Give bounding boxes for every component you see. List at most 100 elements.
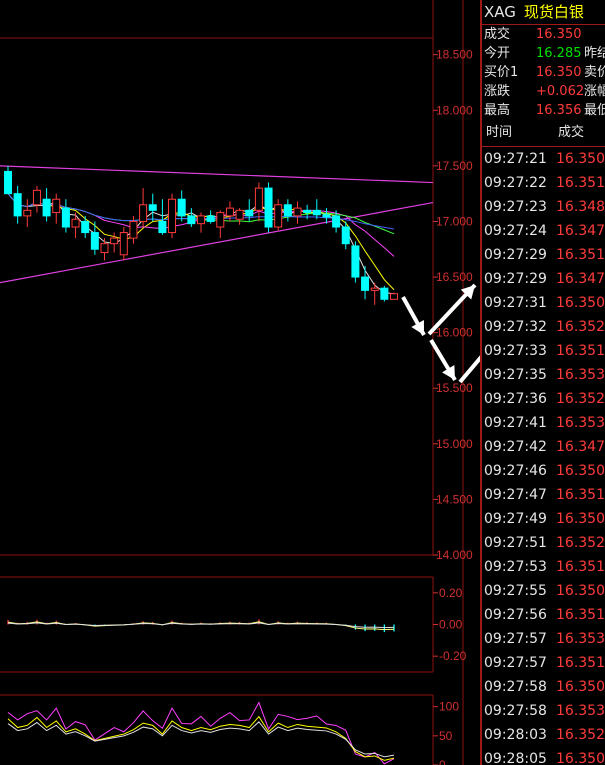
tick-price: 16.351 bbox=[556, 247, 605, 263]
tick-row: 09:27:21 16.350 bbox=[482, 147, 605, 171]
quote-value: 16.350 bbox=[536, 65, 582, 80]
candle-body bbox=[187, 215, 196, 225]
tick-row: 09:27:33 16.351 bbox=[482, 339, 605, 363]
price-tick-label: 15.500 bbox=[436, 381, 473, 395]
osc-tick-label: 0 bbox=[439, 758, 446, 765]
tick-row: 09:28:05 16.350 bbox=[482, 747, 605, 765]
tick-price: 16.350 bbox=[556, 151, 605, 167]
tick-row: 09:27:49 16.350 bbox=[482, 507, 605, 531]
tick-price: 16.352 bbox=[556, 535, 605, 551]
candle-body bbox=[312, 209, 321, 216]
tick-row: 09:27:57 16.353 bbox=[482, 627, 605, 651]
tick-time: 09:28:05 bbox=[484, 751, 547, 765]
tick-time: 09:27:53 bbox=[484, 559, 547, 575]
macd-panel: 0.20 0.00 -0.20 bbox=[0, 576, 467, 673]
macd-tick-label: -0.20 bbox=[439, 649, 467, 663]
tick-list[interactable]: 09:27:21 16.350 09:27:22 16.351 09:27:23 16.3… bbox=[482, 147, 605, 765]
tick-time: 09:27:29 bbox=[484, 247, 547, 263]
candle-body bbox=[341, 226, 350, 245]
tick-price: 16.353 bbox=[556, 367, 605, 383]
tick-price: 16.351 bbox=[556, 487, 605, 503]
tick-price: 16.348 bbox=[556, 199, 605, 215]
symbol-name: 现货白银 bbox=[523, 3, 584, 21]
tick-time: 09:27:55 bbox=[484, 583, 547, 599]
candle-body bbox=[206, 215, 215, 222]
chart-frames bbox=[0, 0, 464, 765]
candle-body bbox=[225, 207, 234, 217]
tick-row: 09:27:29 16.347 bbox=[482, 267, 605, 291]
candle-body bbox=[370, 287, 379, 291]
tick-row: 09:27:24 16.347 bbox=[482, 219, 605, 243]
candle-body bbox=[71, 218, 80, 228]
price-tick-label: 16.000 bbox=[436, 326, 473, 340]
macd-tick-label: 0.20 bbox=[439, 586, 463, 600]
tick-price: 16.352 bbox=[556, 391, 605, 407]
price-tick-label: 14.500 bbox=[436, 492, 473, 506]
quote-extra-label: 涨幅 bbox=[584, 84, 605, 99]
candle-body bbox=[168, 198, 177, 234]
quote-panel: XAG现货白银 成交16.350今开16.285昨结买价116.350卖价涨跌+… bbox=[480, 0, 605, 765]
tick-time: 09:27:58 bbox=[484, 679, 547, 695]
tick-price: 16.350 bbox=[556, 583, 605, 599]
candle-body bbox=[380, 287, 389, 300]
ticks-header-price: 成交 bbox=[558, 125, 585, 140]
quote-list: 成交16.350今开16.285昨结买价116.350卖价涨跌+0.062涨幅最… bbox=[482, 25, 605, 120]
candle-body bbox=[42, 198, 51, 217]
candle-body bbox=[61, 207, 70, 228]
candle-body bbox=[23, 209, 32, 217]
tick-time: 09:27:35 bbox=[484, 367, 547, 383]
quote-value: 16.350 bbox=[536, 27, 582, 42]
candle-body bbox=[13, 193, 22, 217]
price-tick-label: 14.000 bbox=[436, 548, 473, 562]
candle-body bbox=[81, 220, 90, 234]
ticks-header-time: 时间 bbox=[486, 125, 513, 140]
kline-chart[interactable]: 0.200.00-0.20 100500 18.50018.00017.5001… bbox=[0, 0, 480, 765]
tick-time: 09:27:42 bbox=[484, 439, 547, 455]
osc-line bbox=[7, 715, 395, 761]
tick-price: 16.352 bbox=[556, 727, 605, 743]
candle-body bbox=[139, 204, 148, 222]
macd-tick-label: 0.00 bbox=[439, 618, 463, 632]
tick-row: 09:27:53 16.351 bbox=[482, 555, 605, 579]
quote-extra-label: 最低 bbox=[584, 103, 605, 118]
tick-time: 09:27:57 bbox=[484, 631, 547, 647]
upper-trendline bbox=[0, 165, 434, 184]
tick-time: 09:27:47 bbox=[484, 487, 547, 503]
osc-tick-label: 100 bbox=[439, 700, 459, 714]
tick-time: 09:27:32 bbox=[484, 319, 547, 335]
quote-label: 最高 bbox=[484, 103, 511, 118]
quote-row: 涨跌 +0.062涨幅 bbox=[482, 82, 605, 101]
candle-body bbox=[264, 187, 273, 228]
price-tick-label: 17.500 bbox=[436, 159, 473, 173]
price-tick-label: 18.500 bbox=[436, 48, 473, 62]
tick-time: 09:27:29 bbox=[484, 271, 547, 287]
symbol-header: XAG 现货白银 bbox=[482, 0, 605, 25]
tick-row: 09:27:55 16.350 bbox=[482, 579, 605, 603]
tick-row: 09:27:32 16.352 bbox=[482, 315, 605, 339]
tick-row: 09:27:35 16.353 bbox=[482, 363, 605, 387]
tick-time: 09:27:46 bbox=[484, 463, 547, 479]
candle-body bbox=[32, 189, 41, 206]
tick-row: 09:27:58 16.353 bbox=[482, 699, 605, 723]
candle-body bbox=[119, 232, 128, 256]
quote-value: 16.356 bbox=[536, 103, 582, 118]
candle-body bbox=[390, 293, 398, 300]
tick-price: 16.353 bbox=[556, 415, 605, 431]
quote-row: 买价1 16.350卖价 bbox=[482, 63, 605, 82]
candle-body bbox=[274, 204, 283, 228]
candle-body bbox=[4, 170, 12, 195]
candle-body bbox=[293, 207, 302, 217]
tick-time: 09:27:58 bbox=[484, 703, 547, 719]
price-tick-label: 16.500 bbox=[436, 270, 473, 284]
quote-row: 最高 16.356最低 bbox=[482, 101, 605, 120]
tick-price: 16.351 bbox=[556, 343, 605, 359]
tick-row: 09:27:31 16.350 bbox=[482, 291, 605, 315]
tick-price: 16.347 bbox=[556, 223, 605, 239]
candle-body bbox=[197, 215, 205, 225]
tick-price: 16.353 bbox=[556, 631, 605, 647]
candle-body bbox=[148, 204, 157, 211]
tick-time: 09:27:41 bbox=[484, 415, 547, 431]
price-axis: 18.500 18.000 17.500 17.000 16.500 16.000 15.5… bbox=[433, 48, 473, 562]
tick-price: 16.351 bbox=[556, 175, 605, 191]
price-tick-label: 18.000 bbox=[436, 103, 473, 117]
